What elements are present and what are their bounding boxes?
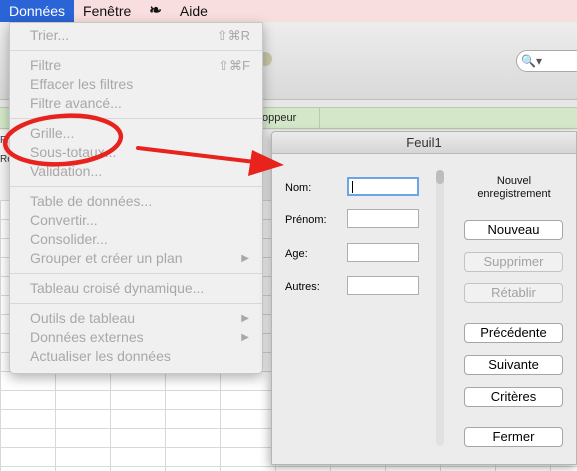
menu-item-trier[interactable]: Trier... ⇧⌘R	[10, 26, 262, 45]
menu-item-label: Consolider...	[30, 231, 108, 247]
nom-input[interactable]	[347, 177, 419, 196]
menu-item-label: Effacer les filtres	[30, 76, 134, 92]
menu-item-label: Convertir...	[30, 212, 98, 228]
menu-separator	[10, 50, 262, 51]
menu-item-label: Données externes	[30, 329, 144, 345]
submenu-arrow-icon: ▶	[241, 332, 249, 343]
menu-item-consolider[interactable]: Consolider...	[10, 230, 262, 249]
menu-separator	[10, 303, 262, 304]
menu-item-label: Filtre	[30, 57, 62, 73]
record-scrollbar[interactable]	[436, 170, 444, 446]
menu-item-table-donnees[interactable]: Table de données...	[10, 192, 262, 211]
nouveau-button[interactable]: Nouveau	[464, 220, 563, 240]
row-fragment: Fi	[0, 135, 9, 146]
search-icon: 🔍▾	[521, 54, 542, 68]
menu-item-label: Tableau croisé dynamique...	[30, 280, 205, 296]
header-cell-oppeur: oppeur	[258, 108, 320, 128]
fermer-button[interactable]: Fermer	[464, 427, 563, 447]
menu-item-outils-tableau[interactable]: Outils de tableau ▶	[10, 309, 262, 328]
shortcut-label: ⇧⌘F	[218, 58, 250, 73]
data-form-window: Feuil1 Nom: Prénom: Age: Autres: Nouvel …	[271, 131, 577, 465]
criteres-button[interactable]: Critères	[464, 387, 563, 407]
prenom-input[interactable]	[347, 209, 419, 228]
submenu-arrow-icon: ▶	[241, 253, 249, 264]
record-status-label: Nouvel enregistrement	[477, 175, 551, 200]
menu-item-grille[interactable]: Grille...	[10, 124, 262, 143]
window-title: Feuil1	[272, 132, 576, 154]
menu-item-label: Sous-totaux...	[30, 144, 117, 160]
field-label-prenom: Prénom:	[285, 214, 327, 226]
menu-item-grouper[interactable]: Grouper et créer un plan ▶	[10, 249, 262, 268]
menu-item-tableau-croise[interactable]: Tableau croisé dynamique...	[10, 279, 262, 298]
menu-item-label: Outils de tableau	[30, 310, 136, 326]
suivante-button[interactable]: Suivante	[464, 355, 563, 375]
autres-input[interactable]	[347, 276, 419, 295]
text-caret	[352, 181, 353, 193]
menubar: Données Fenêtre ❧ Aide	[0, 0, 577, 22]
menu-separator	[10, 118, 262, 119]
submenu-arrow-icon: ▶	[241, 313, 249, 324]
shortcut-label: ⇧⌘R	[216, 28, 250, 43]
menu-item-filtre[interactable]: Filtre ⇧⌘F	[10, 56, 262, 75]
age-input[interactable]	[347, 243, 419, 262]
menu-item-filtre-avance[interactable]: Filtre avancé...	[10, 94, 262, 113]
menu-item-label: Grouper et créer un plan	[30, 250, 183, 266]
field-label-nom: Nom:	[285, 182, 312, 194]
menu-item-validation[interactable]: Validation...	[10, 162, 262, 181]
menu-item-label: Grille...	[30, 125, 75, 141]
precedente-button[interactable]: Précédente	[464, 323, 563, 343]
scrollbar-thumb[interactable]	[436, 170, 444, 184]
menu-item-sous-totaux[interactable]: Sous-totaux...	[10, 143, 262, 162]
menu-fenetre[interactable]: Fenêtre	[74, 0, 140, 22]
menu-item-actualiser[interactable]: Actualiser les données	[10, 347, 262, 366]
retablir-button[interactable]: Rétablir	[464, 283, 563, 303]
supprimer-button[interactable]: Supprimer	[464, 252, 563, 272]
script-icon[interactable]: ❧	[140, 0, 171, 22]
menu-aide[interactable]: Aide	[171, 0, 217, 22]
menu-separator	[10, 186, 262, 187]
field-label-age: Age:	[285, 248, 308, 260]
menu-item-donnees-externes[interactable]: Données externes ▶	[10, 328, 262, 347]
menu-donnees[interactable]: Données	[0, 0, 75, 22]
menu-item-convertir[interactable]: Convertir...	[10, 211, 262, 230]
menu-item-label: Table de données...	[30, 193, 153, 209]
search-field[interactable]: 🔍▾	[516, 50, 577, 72]
menu-item-label: Validation...	[30, 163, 103, 179]
donnees-menu: Trier... ⇧⌘R Filtre ⇧⌘F Effacer les filt…	[9, 22, 263, 374]
menu-item-label: Trier...	[30, 27, 70, 43]
field-label-autres: Autres:	[285, 281, 320, 293]
menu-item-effacer-filtres[interactable]: Effacer les filtres	[10, 75, 262, 94]
menu-item-label: Filtre avancé...	[30, 95, 122, 111]
menu-item-label: Actualiser les données	[30, 348, 171, 364]
menu-separator	[10, 273, 262, 274]
